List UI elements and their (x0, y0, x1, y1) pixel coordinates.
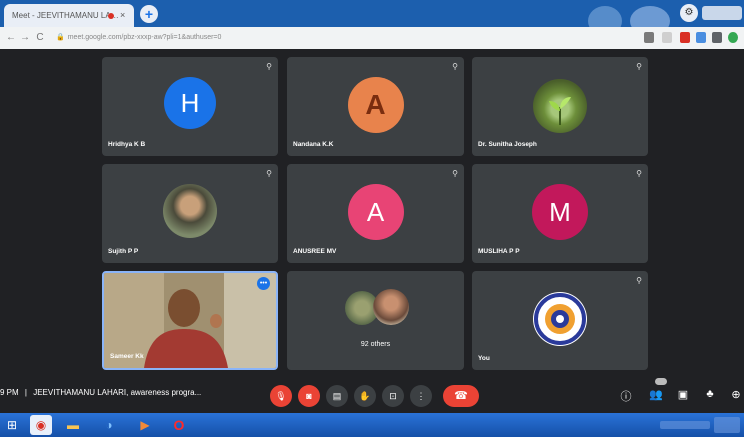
participant-name: Sujith P P (108, 248, 139, 255)
hangup-button[interactable]: ☎ (443, 385, 479, 407)
profile-avatar-icon[interactable] (728, 32, 738, 43)
others-count: 92 others (360, 341, 391, 348)
lock-icon: 🔒 (56, 34, 65, 41)
tab-close-icon[interactable]: × (120, 4, 125, 27)
avatar: M (532, 184, 588, 240)
separator: | (24, 388, 27, 397)
back-icon[interactable]: ← (4, 30, 18, 46)
pin-icon[interactable]: ⚲ (452, 62, 458, 71)
forward-icon[interactable]: → (18, 30, 32, 46)
participant-tile[interactable]: ⚲ H Hridhya K B (102, 57, 278, 156)
more-options-icon[interactable]: ⋮ (410, 385, 432, 407)
os-taskbar: ⊞ ◉ ▬ ◑ ▶ O (0, 413, 744, 437)
participant-name: Nandana K.K (293, 141, 334, 148)
participant-name: Dr. Sunitha Joseph (478, 141, 537, 148)
url-text: meet.google.com/pbz-xxxp-aw?pli=1&authus… (67, 34, 222, 41)
people-icon[interactable]: 👥 (648, 388, 664, 401)
system-tray[interactable] (660, 413, 744, 437)
raise-hand-icon[interactable]: ✋ (354, 385, 376, 407)
camera-permission-icon[interactable] (644, 32, 654, 43)
participant-name: MUSLIHA P P (478, 248, 520, 255)
participant-name: Hridhya K B (108, 141, 146, 148)
chat-icon[interactable]: ▣ (675, 388, 691, 401)
participant-name: You (478, 355, 490, 362)
person-photo-icon (163, 184, 217, 238)
avatar: H (164, 77, 216, 129)
avatar: A (347, 77, 404, 133)
recording-dot-icon (108, 13, 114, 19)
participant-tile[interactable]: ⚲ M MUSLIHA P P (472, 164, 648, 263)
new-tab-button[interactable]: + (140, 5, 158, 23)
meeting-title: JEEVITHAMANU LAHARI, awareness progra... (33, 388, 202, 397)
start-menu-icon[interactable]: ⊞ (0, 413, 24, 437)
captions-icon[interactable]: ▤ (326, 385, 348, 407)
pin-icon[interactable]: ⚲ (636, 62, 642, 71)
tray-icons (660, 421, 710, 429)
plant-photo-icon (533, 79, 587, 133)
media-player-icon[interactable]: ◑ (98, 415, 120, 435)
present-icon[interactable]: ⊡ (382, 385, 404, 407)
extension-icon[interactable] (696, 32, 706, 43)
chrome-icon[interactable]: ◉ (30, 415, 52, 435)
participant-tile[interactable]: ⚲ A Nandana K.K (287, 57, 464, 156)
address-bar: ← → C 🔒 meet.google.com/pbz-xxxp-aw?pli=1… (0, 27, 744, 49)
extension-icon[interactable] (680, 32, 690, 43)
star-icon[interactable] (662, 32, 672, 43)
lock-meeting-icon[interactable]: ⊕ (728, 388, 744, 401)
participant-tile[interactable]: ⚲ A ANUSREE MV (287, 164, 464, 263)
opera-icon[interactable]: O (168, 415, 190, 435)
pin-icon[interactable]: ⚲ (636, 276, 642, 285)
url-field[interactable]: 🔒 meet.google.com/pbz-xxxp-aw?pli=1&authu… (56, 31, 616, 45)
tab-title: Meet - JEEVITHAMANU LA… (12, 11, 119, 20)
participant-count-badge (655, 378, 667, 385)
screenshot-root: Meet - JEEVITHAMANU LA… × + ⚙ ← → C 🔒 mee… (0, 0, 744, 437)
extension-icon[interactable] (712, 32, 722, 43)
group-avatar-icon (373, 289, 409, 325)
pin-icon[interactable]: ⚲ (266, 169, 272, 178)
window-controls[interactable] (702, 6, 742, 20)
hangup-icon: ☎ (454, 390, 468, 402)
participant-tile[interactable]: ⚲ Dr. Sunitha Joseph (472, 57, 648, 156)
activities-icon[interactable]: ♣ (702, 388, 718, 400)
player-icon[interactable]: ▶ (134, 415, 156, 435)
mic-off-icon[interactable]: 🎙 (270, 385, 292, 407)
reload-icon[interactable]: C (33, 30, 47, 46)
pin-icon[interactable]: ⚲ (266, 62, 272, 71)
pin-icon[interactable]: ⚲ (452, 169, 458, 178)
pin-icon[interactable]: ⚲ (636, 169, 642, 178)
participant-tile-self[interactable]: ⚲ You (472, 271, 648, 370)
meeting-time: 9 PM (0, 388, 19, 397)
meet-stage: ⚲ H Hridhya K B ⚲ A Nandana K.K ⚲ Dr. Su… (0, 49, 744, 379)
file-explorer-icon[interactable]: ▬ (62, 415, 84, 435)
browser-tab-bar: Meet - JEEVITHAMANU LA… × + ⚙ (0, 0, 744, 36)
meet-control-bar: 9 PM | JEEVITHAMANU LAHARI, awareness pr… (0, 378, 744, 413)
participant-tile-active-speaker[interactable]: ••• Sameer Kk (102, 271, 278, 370)
profile-icon[interactable]: ⚙ (680, 4, 698, 22)
participant-name: ANUSREE MV (293, 248, 337, 255)
clock-icon (714, 417, 740, 433)
plant-icon (549, 97, 571, 125)
avatar: A (347, 184, 404, 240)
others-tile[interactable]: 92 others (287, 271, 464, 370)
college-emblem-icon (533, 292, 587, 346)
info-icon[interactable]: ⓘ (618, 388, 634, 404)
camera-off-icon[interactable]: ◙ (298, 385, 320, 407)
participant-name: Sameer Kk (110, 353, 144, 360)
participant-tile[interactable]: ⚲ Sujith P P (102, 164, 278, 263)
meeting-details: 9 PM | JEEVITHAMANU LAHARI, awareness pr… (0, 388, 201, 397)
speaking-indicator-icon: ••• (257, 277, 270, 290)
browser-tab[interactable]: Meet - JEEVITHAMANU LA… × (4, 4, 134, 27)
